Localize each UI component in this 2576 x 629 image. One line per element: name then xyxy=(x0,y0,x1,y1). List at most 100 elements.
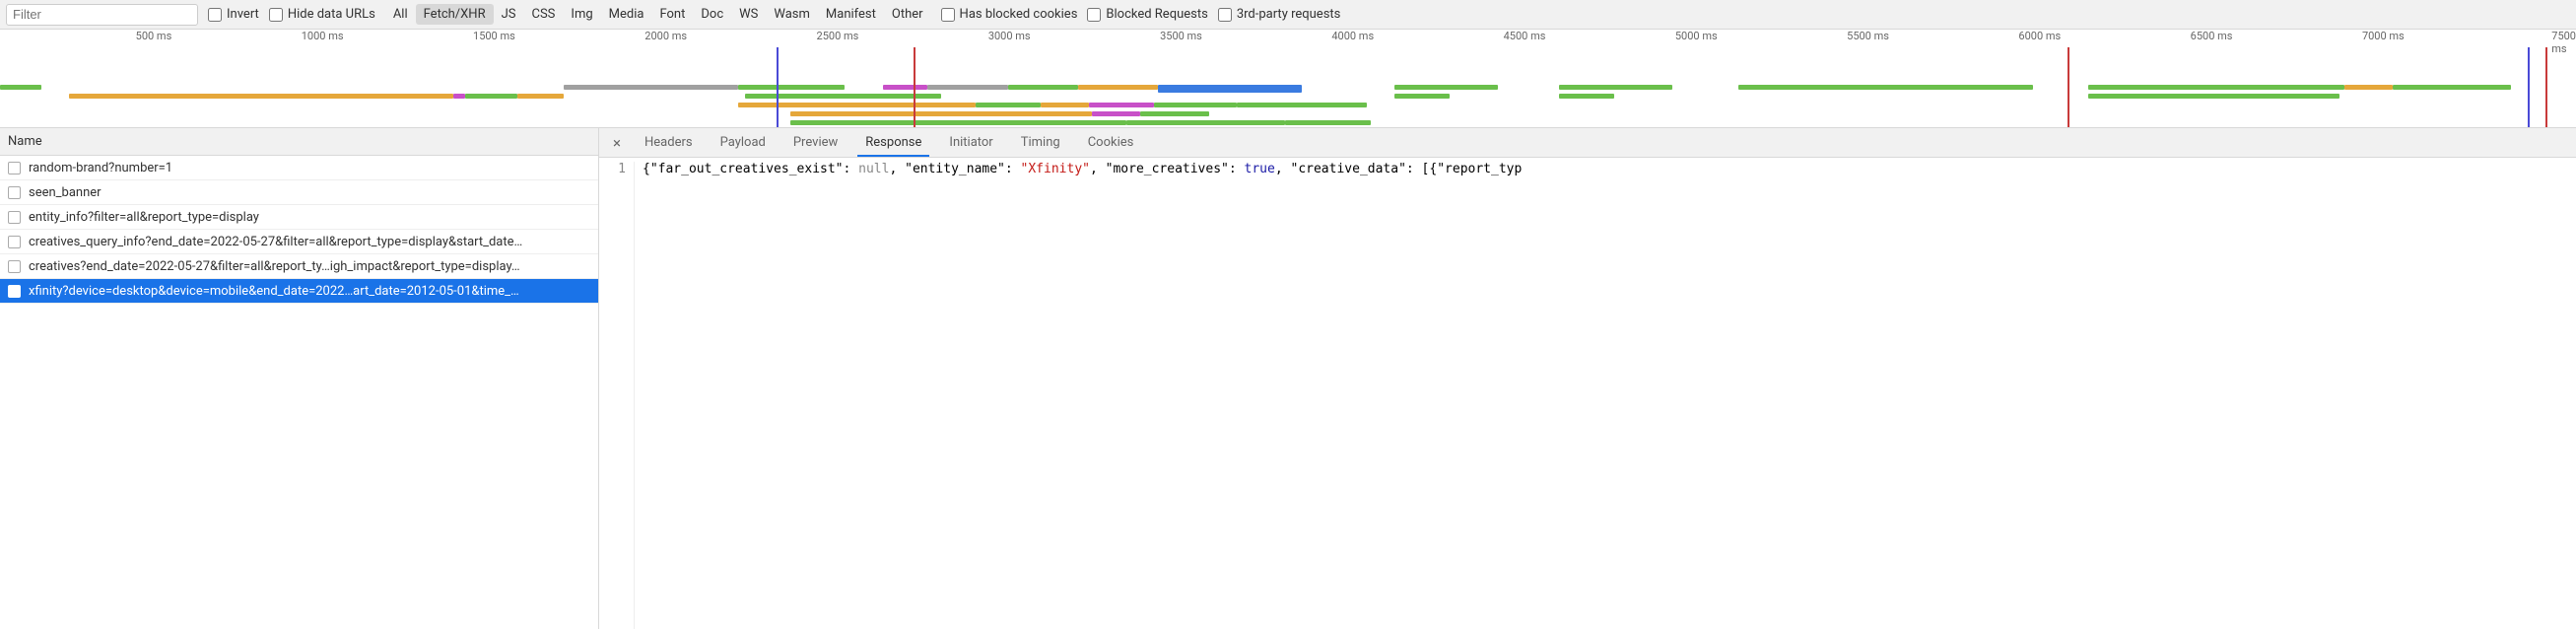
overview-bar xyxy=(1394,94,1450,99)
code-token: : xyxy=(1005,162,1021,176)
overview-bar xyxy=(1158,85,1302,93)
request-list: random-brand?number=1 seen_banner entity_i… xyxy=(0,156,598,629)
tab-payload[interactable]: Payload xyxy=(707,129,780,156)
type-filter-css[interactable]: CSS xyxy=(524,4,564,25)
type-filter-fetch-xhr[interactable]: Fetch/XHR xyxy=(416,4,494,25)
timeline-marker xyxy=(2068,47,2069,127)
request-row[interactable]: seen_banner xyxy=(0,180,598,205)
overview-bar xyxy=(1089,103,1154,107)
code-token: , xyxy=(1090,162,1106,176)
overview-bar xyxy=(517,94,564,99)
type-filter-media[interactable]: Media xyxy=(601,4,652,25)
code-token: , xyxy=(1275,162,1291,176)
overview-bar xyxy=(1092,111,1140,116)
overview-bar xyxy=(745,94,941,99)
request-row[interactable]: creatives?end_date=2022-05-27&filter=all… xyxy=(0,254,598,279)
time-tick: 3000 ms xyxy=(988,30,1031,42)
has-blocked-cookies-box[interactable] xyxy=(941,8,955,22)
blocked-requests-checkbox[interactable]: Blocked Requests xyxy=(1087,7,1207,22)
request-name: creatives_query_info?end_date=2022-05-27… xyxy=(29,235,522,249)
name-column-header[interactable]: Name xyxy=(0,128,598,156)
response-body[interactable]: 1 {"far_out_creatives_exist": null, "ent… xyxy=(599,158,2576,629)
type-filter-manifest[interactable]: Manifest xyxy=(818,4,884,25)
has-blocked-cookies-checkbox[interactable]: Has blocked cookies xyxy=(941,7,1078,22)
file-icon xyxy=(8,236,21,248)
time-tick: 6000 ms xyxy=(2018,30,2061,42)
type-filter-font[interactable]: Font xyxy=(651,4,693,25)
overview-bar xyxy=(1008,85,1078,90)
overview-bar xyxy=(69,94,453,99)
hide-data-urls-box[interactable] xyxy=(269,8,283,22)
third-party-label: 3rd-party requests xyxy=(1237,7,1341,22)
overview-bar xyxy=(1041,103,1089,107)
overview-bar xyxy=(738,85,845,90)
hide-data-urls-checkbox[interactable]: Hide data URLs xyxy=(269,7,375,22)
code-token: : [{ xyxy=(1406,162,1437,176)
request-row[interactable]: xfinity?device=desktop&device=mobile&end… xyxy=(0,279,598,304)
blocked-requests-box[interactable] xyxy=(1087,8,1101,22)
type-filter-all[interactable]: All xyxy=(385,4,416,25)
tab-headers[interactable]: Headers xyxy=(631,129,707,156)
time-tick: 1000 ms xyxy=(302,30,344,42)
file-icon xyxy=(8,186,21,199)
third-party-box[interactable] xyxy=(1218,8,1232,22)
resource-type-filter: AllFetch/XHRJSCSSImgMediaFontDocWSWasmMa… xyxy=(385,4,931,25)
detail-pane: × HeadersPayloadPreviewResponseInitiator… xyxy=(599,128,2576,629)
time-tick: 2500 ms xyxy=(817,30,859,42)
code-token: "more_creatives" xyxy=(1106,162,1229,176)
type-filter-img[interactable]: Img xyxy=(563,4,600,25)
line-number: 1 xyxy=(599,162,635,629)
close-icon[interactable]: × xyxy=(603,134,631,152)
overview-bar xyxy=(1559,94,1614,99)
timeline-marker xyxy=(2545,47,2547,127)
overview-bar xyxy=(738,103,975,107)
tab-cookies[interactable]: Cookies xyxy=(1074,129,1148,156)
time-tick: 5500 ms xyxy=(1847,30,1889,42)
response-code[interactable]: {"far_out_creatives_exist": null, "entit… xyxy=(635,162,1522,629)
file-icon xyxy=(8,260,21,273)
has-blocked-cookies-label: Has blocked cookies xyxy=(960,7,1078,22)
invert-checkbox[interactable]: Invert xyxy=(208,7,259,22)
overview-bar xyxy=(564,85,739,90)
overview-bar xyxy=(1126,120,1284,125)
overview-bar xyxy=(1237,103,1367,107)
network-overview[interactable]: 500 ms1000 ms1500 ms2000 ms2500 ms3000 m… xyxy=(0,30,2576,128)
time-tick: 2000 ms xyxy=(644,30,687,42)
time-tick: 4000 ms xyxy=(1331,30,1374,42)
overview-bar xyxy=(927,85,1008,90)
overview-bar xyxy=(2344,85,2393,90)
tab-initiator[interactable]: Initiator xyxy=(935,129,1006,156)
time-tick: 3500 ms xyxy=(1160,30,1202,42)
overview-bar xyxy=(1078,85,1157,90)
file-icon xyxy=(8,211,21,224)
tab-timing[interactable]: Timing xyxy=(1007,129,1074,156)
type-filter-ws[interactable]: WS xyxy=(731,4,766,25)
filter-input[interactable] xyxy=(6,4,198,26)
third-party-checkbox[interactable]: 3rd-party requests xyxy=(1218,7,1341,22)
type-filter-wasm[interactable]: Wasm xyxy=(766,4,818,25)
timeline-marker xyxy=(2528,47,2530,127)
request-name: random-brand?number=1 xyxy=(29,161,172,175)
type-filter-doc[interactable]: Doc xyxy=(693,4,731,25)
timeline-marker xyxy=(777,47,779,127)
tab-preview[interactable]: Preview xyxy=(780,129,851,156)
code-token: "creative_data" xyxy=(1291,162,1406,176)
overview-bar xyxy=(2088,85,2344,90)
file-icon xyxy=(8,285,21,298)
code-token: "far_out_creatives_exist" xyxy=(650,162,844,176)
overview-bar xyxy=(2088,94,2339,99)
request-row[interactable]: entity_info?filter=all&report_type=displ… xyxy=(0,205,598,230)
code-token: "report_typ xyxy=(1437,162,1522,176)
timeline-marker xyxy=(914,47,915,127)
time-tick: 7500 ms xyxy=(2551,30,2576,55)
request-row[interactable]: random-brand?number=1 xyxy=(0,156,598,180)
invert-checkbox-box[interactable] xyxy=(208,8,222,22)
type-filter-other[interactable]: Other xyxy=(884,4,931,25)
tab-response[interactable]: Response xyxy=(851,129,935,156)
overview-bar xyxy=(1154,103,1237,107)
request-name: seen_banner xyxy=(29,185,102,200)
overview-bar xyxy=(465,94,516,99)
overview-bar xyxy=(1559,85,1672,90)
type-filter-js[interactable]: JS xyxy=(494,4,524,25)
request-row[interactable]: creatives_query_info?end_date=2022-05-27… xyxy=(0,230,598,254)
